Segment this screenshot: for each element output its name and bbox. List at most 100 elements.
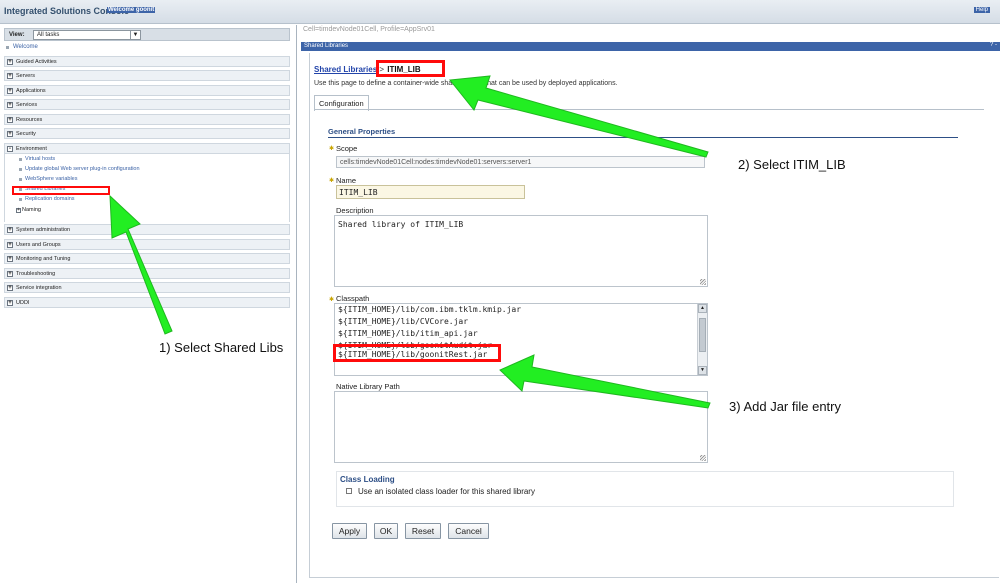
portlet-title-bar: Shared Libraries ? -	[301, 42, 1000, 51]
view-label: View:	[9, 32, 25, 38]
nav-group-label: Services	[16, 102, 38, 108]
cancel-button[interactable]: Cancel	[448, 523, 489, 539]
chevron-down-icon[interactable]: ▼	[130, 31, 140, 39]
nav-group-label: Resources	[16, 117, 43, 123]
welcome-user: Welcome goonit	[107, 7, 156, 13]
nav-group-label: Applications	[16, 88, 46, 94]
apply-button[interactable]: Apply	[332, 523, 367, 539]
nav-group-applications[interactable]: + Applications	[4, 85, 290, 96]
scope-value: cells:timdevNode01Cell:nodes:timdevNode0…	[340, 159, 532, 166]
nav-group-label: Monitoring and Tuning	[16, 256, 71, 262]
classpath-scrollbar[interactable]: ▲ ▼	[697, 304, 707, 375]
classpath-entry: ${ITIM_HOME}/lib/itim_api.jar	[338, 329, 478, 338]
highlight-itim-lib	[376, 60, 445, 77]
nav-item-virtual-hosts[interactable]: Virtual hosts	[25, 156, 55, 162]
nav-group-users-and-groups[interactable]: + Users and Groups	[4, 239, 290, 250]
nav-item-replication-domains[interactable]: Replication domains	[25, 196, 75, 202]
content-pane: Cell=timdevNode01Cell, Profile=AppSrv01 …	[298, 25, 1000, 583]
ok-button[interactable]: OK	[374, 523, 398, 539]
expand-icon[interactable]: +	[16, 208, 21, 213]
expand-icon[interactable]: +	[7, 227, 13, 233]
scope-label: Scope	[336, 144, 358, 153]
native-library-path-textarea[interactable]	[334, 391, 708, 463]
expand-icon[interactable]: +	[7, 300, 13, 306]
highlight-shared-libraries	[12, 186, 110, 195]
nav-group-label: Security	[16, 131, 36, 137]
expand-icon[interactable]: +	[7, 59, 13, 65]
nav-group-resources[interactable]: + Resources	[4, 114, 290, 125]
bullet-icon	[19, 168, 22, 171]
nav-group-monitoring[interactable]: + Monitoring and Tuning	[4, 253, 290, 264]
collapse-icon[interactable]: -	[7, 146, 13, 152]
nav-welcome-link[interactable]: Welcome	[13, 44, 38, 50]
resize-grip-icon[interactable]	[700, 455, 706, 461]
nav-group-services[interactable]: + Services	[4, 99, 290, 110]
view-select[interactable]: All tasks ▼	[33, 30, 141, 40]
expand-icon[interactable]: +	[7, 73, 13, 79]
nav-group-label: Environment	[16, 146, 47, 152]
context-line: Cell=timdevNode01Cell, Profile=AppSrv01	[303, 26, 435, 33]
expand-icon[interactable]: +	[7, 242, 13, 248]
scroll-down-icon[interactable]: ▼	[698, 366, 707, 375]
nav-group-service-integration[interactable]: + Service integration	[4, 282, 290, 293]
scroll-up-icon[interactable]: ▲	[698, 304, 707, 313]
expand-icon[interactable]: +	[7, 285, 13, 291]
classpath-label: Classpath	[336, 294, 370, 303]
nav-group-uddi[interactable]: + UDDI	[4, 297, 290, 308]
portlet-title: Shared Libraries	[304, 43, 349, 49]
classpath-entry: ${ITIM_HOME}/lib/CVCore.jar	[338, 317, 469, 326]
expand-icon[interactable]: +	[7, 117, 13, 123]
navigation-pane: View: All tasks ▼ Welcome + Guided Activ…	[0, 25, 297, 583]
expand-icon[interactable]: +	[7, 256, 13, 262]
section-divider	[328, 137, 958, 138]
portlet-controls[interactable]: ? -	[990, 42, 997, 48]
classpath-textarea[interactable]: ${ITIM_HOME}/lib/com.ibm.tklm.kmip.jar $…	[334, 303, 708, 376]
expand-icon[interactable]: +	[7, 102, 13, 108]
description-textarea[interactable]: Shared library of ITIM_LIB	[334, 215, 708, 287]
nav-group-guided-activities[interactable]: + Guided Activities	[4, 56, 290, 67]
nav-group-environment[interactable]: - Environment	[4, 143, 290, 154]
nav-group-label: Servers	[16, 73, 35, 79]
breadcrumb-shared-libraries-link[interactable]: Shared Libraries	[314, 65, 377, 74]
scope-field: cells:timdevNode01Cell:nodes:timdevNode0…	[336, 156, 705, 168]
expand-icon[interactable]: +	[7, 131, 13, 137]
expand-icon[interactable]: +	[7, 88, 13, 94]
nav-item-websphere-variables[interactable]: WebSphere variables	[25, 176, 77, 182]
nav-group-label: Service integration	[16, 285, 62, 291]
bullet-icon	[19, 158, 22, 161]
nav-group-system-administration[interactable]: + System administration	[4, 224, 290, 235]
highlight-new-jar-entry	[333, 344, 501, 362]
scroll-thumb[interactable]	[699, 318, 706, 352]
nav-item-naming[interactable]: Naming	[22, 207, 41, 213]
nav-group-troubleshooting[interactable]: + Troubleshooting	[4, 268, 290, 279]
name-label: Name	[336, 176, 357, 185]
nav-group-servers[interactable]: + Servers	[4, 70, 290, 81]
page-description: Use this page to define a container-wide…	[314, 80, 618, 87]
name-field[interactable]: ITIM_LIB	[336, 185, 525, 199]
bullet-icon	[6, 46, 9, 49]
annotation-step-2: 2) Select ITIM_LIB	[738, 157, 846, 172]
required-icon: ✱	[329, 178, 335, 184]
reset-button[interactable]: Reset	[405, 523, 441, 539]
expand-icon[interactable]: +	[7, 271, 13, 277]
bullet-icon	[19, 178, 22, 181]
annotation-step-3: 3) Add Jar file entry	[729, 399, 841, 414]
nav-group-label: Troubleshooting	[16, 271, 56, 277]
isolated-class-loader-label: Use an isolated class loader for this sh…	[358, 487, 535, 496]
nav-group-label: Users and Groups	[16, 242, 61, 248]
view-bar: View: All tasks ▼	[4, 28, 290, 41]
general-properties-heading: General Properties	[328, 127, 396, 136]
nav-group-label: UDDI	[16, 300, 30, 306]
description-label: Description	[336, 206, 374, 215]
required-icon: ✱	[329, 297, 335, 303]
isolated-class-loader-checkbox[interactable]	[346, 488, 352, 494]
nav-group-security[interactable]: + Security	[4, 128, 290, 139]
nav-item-update-plugin[interactable]: Update global Web server plug-in configu…	[25, 166, 140, 172]
annotation-step-1: 1) Select Shared Libs	[159, 340, 284, 355]
native-library-path-label: Native Library Path	[336, 382, 400, 391]
resize-grip-icon[interactable]	[700, 279, 706, 285]
help-link[interactable]: Help	[973, 7, 990, 13]
class-loading-heading: Class Loading	[340, 475, 395, 484]
description-value: Shared library of ITIM_LIB	[338, 220, 464, 229]
console-banner: Integrated Solutions Console Welcome goo…	[0, 0, 1000, 24]
